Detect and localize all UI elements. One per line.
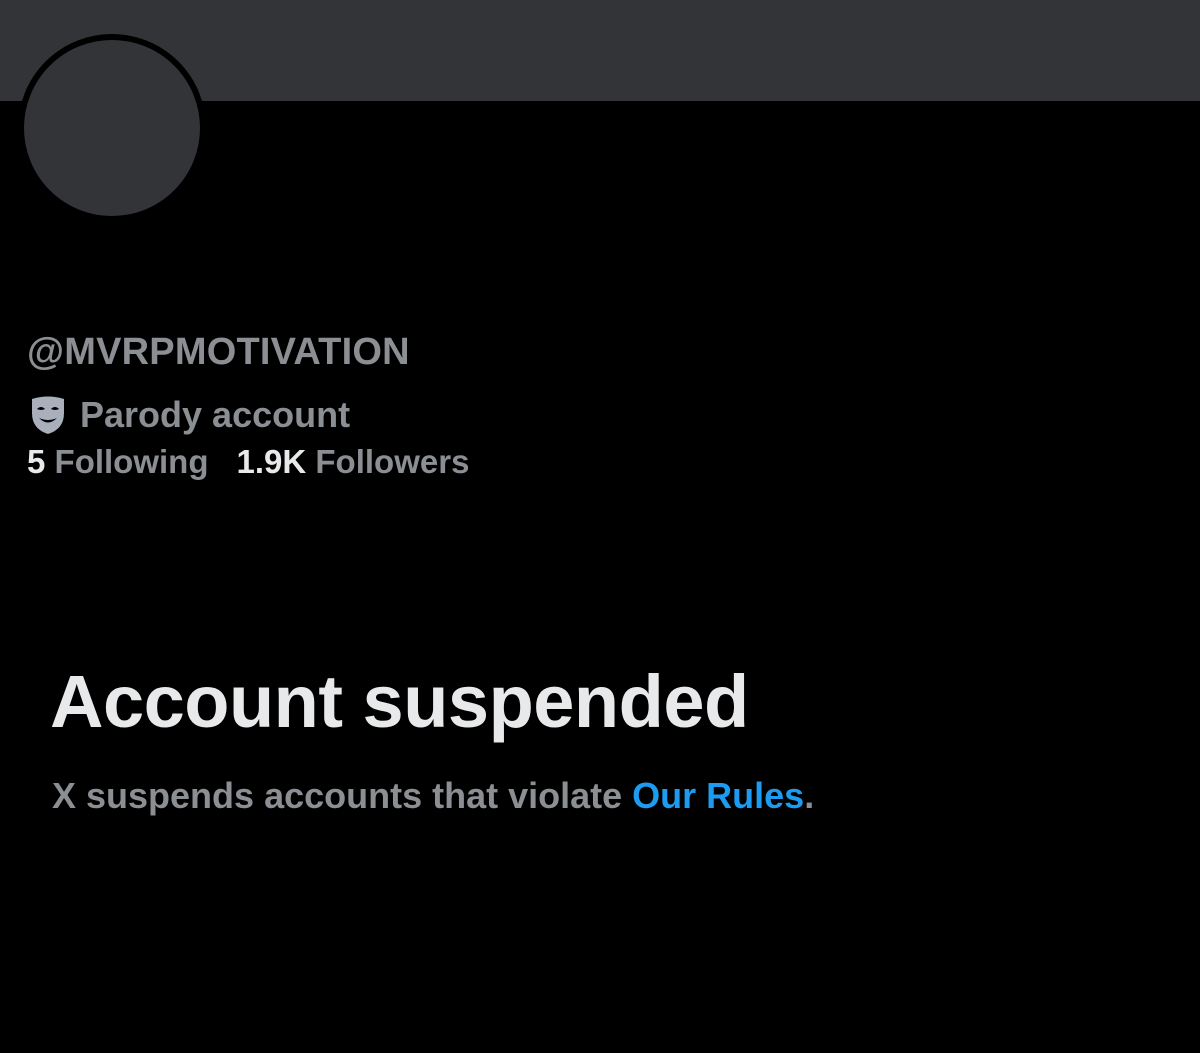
suspended-title: Account suspended [50,660,749,743]
our-rules-link[interactable]: Our Rules [632,775,804,816]
followers-label: Followers [315,443,470,480]
suspended-message-text: X suspends accounts that violate [52,775,633,816]
profile-handle: @MVRPMOTIVATION [27,331,410,373]
avatar [18,34,206,222]
profile-page: @MVRPMOTIVATION Parody account 5 Followi… [0,0,1200,1053]
follow-stats: 5 Following 1.9K Followers [27,443,469,481]
suspended-message-period: . [804,775,815,816]
following-label: Following [54,443,209,480]
parody-label: Parody account [30,393,350,437]
following-link[interactable]: 5 Following [27,443,209,480]
followers-link[interactable]: 1.9K Followers [237,443,470,480]
following-count: 5 [27,443,46,480]
followers-count: 1.9K [236,443,307,480]
parody-mask-icon [30,395,66,435]
suspended-message: X suspends accounts that violate Our Rul… [52,775,814,817]
parody-label-text: Parody account [80,394,351,435]
